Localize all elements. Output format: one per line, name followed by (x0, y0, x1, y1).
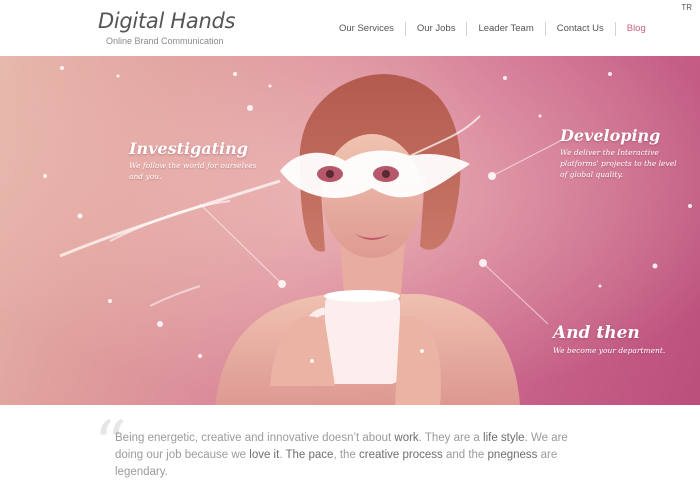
quote-emphasis: pnegness (487, 449, 538, 461)
quote-emphasis: The pace (285, 449, 334, 461)
language-switch[interactable]: TR (681, 3, 692, 12)
hero-banner: Investigating We follow the world for ou… (0, 56, 700, 405)
quote-text: Being energetic, creative and innovative… (115, 430, 585, 481)
nav-contact-us[interactable]: Contact Us (544, 22, 615, 36)
quote-part: , the (333, 449, 360, 461)
quote-part: Being energetic, creative and innovative… (115, 432, 395, 444)
quote-emphasis: life style (483, 432, 525, 444)
callout-text: We deliver the Interactive platforms' pr… (560, 148, 677, 179)
quote-part: and the (442, 449, 488, 461)
quote-emphasis: work (394, 432, 419, 444)
nav-our-jobs[interactable]: Our Jobs (404, 22, 467, 36)
nav-blog[interactable]: Blog (614, 22, 657, 36)
callout-text: We follow the world for ourselves and yo… (129, 161, 257, 181)
callout-and-then: And then We become your department. (553, 323, 673, 356)
callout-investigating: Investigating We follow the world for ou… (129, 139, 269, 182)
logo-subtitle: Online Brand Communication (106, 36, 224, 46)
callout-developing: Developing We deliver the Interactive pl… (560, 126, 680, 180)
callout-heading: Investigating (129, 139, 248, 158)
nav-our-services[interactable]: Our Services (328, 22, 405, 36)
logo-title[interactable]: Digital Hands (98, 9, 235, 33)
callout-text: We become your department. (553, 346, 666, 355)
quote-emphasis: love it (249, 449, 280, 461)
main-nav: Our Services Our Jobs Leader Team Contac… (328, 22, 657, 36)
quote-emphasis: creative process (359, 449, 443, 461)
quote-section: “ Being energetic, creative and innovati… (0, 405, 700, 489)
nav-leader-team[interactable]: Leader Team (466, 22, 544, 36)
quote-part: . They are a (418, 432, 484, 444)
callout-heading: And then (553, 323, 640, 343)
site-header: Digital Hands Online Brand Communication… (0, 0, 700, 56)
callout-heading: Developing (560, 126, 661, 145)
